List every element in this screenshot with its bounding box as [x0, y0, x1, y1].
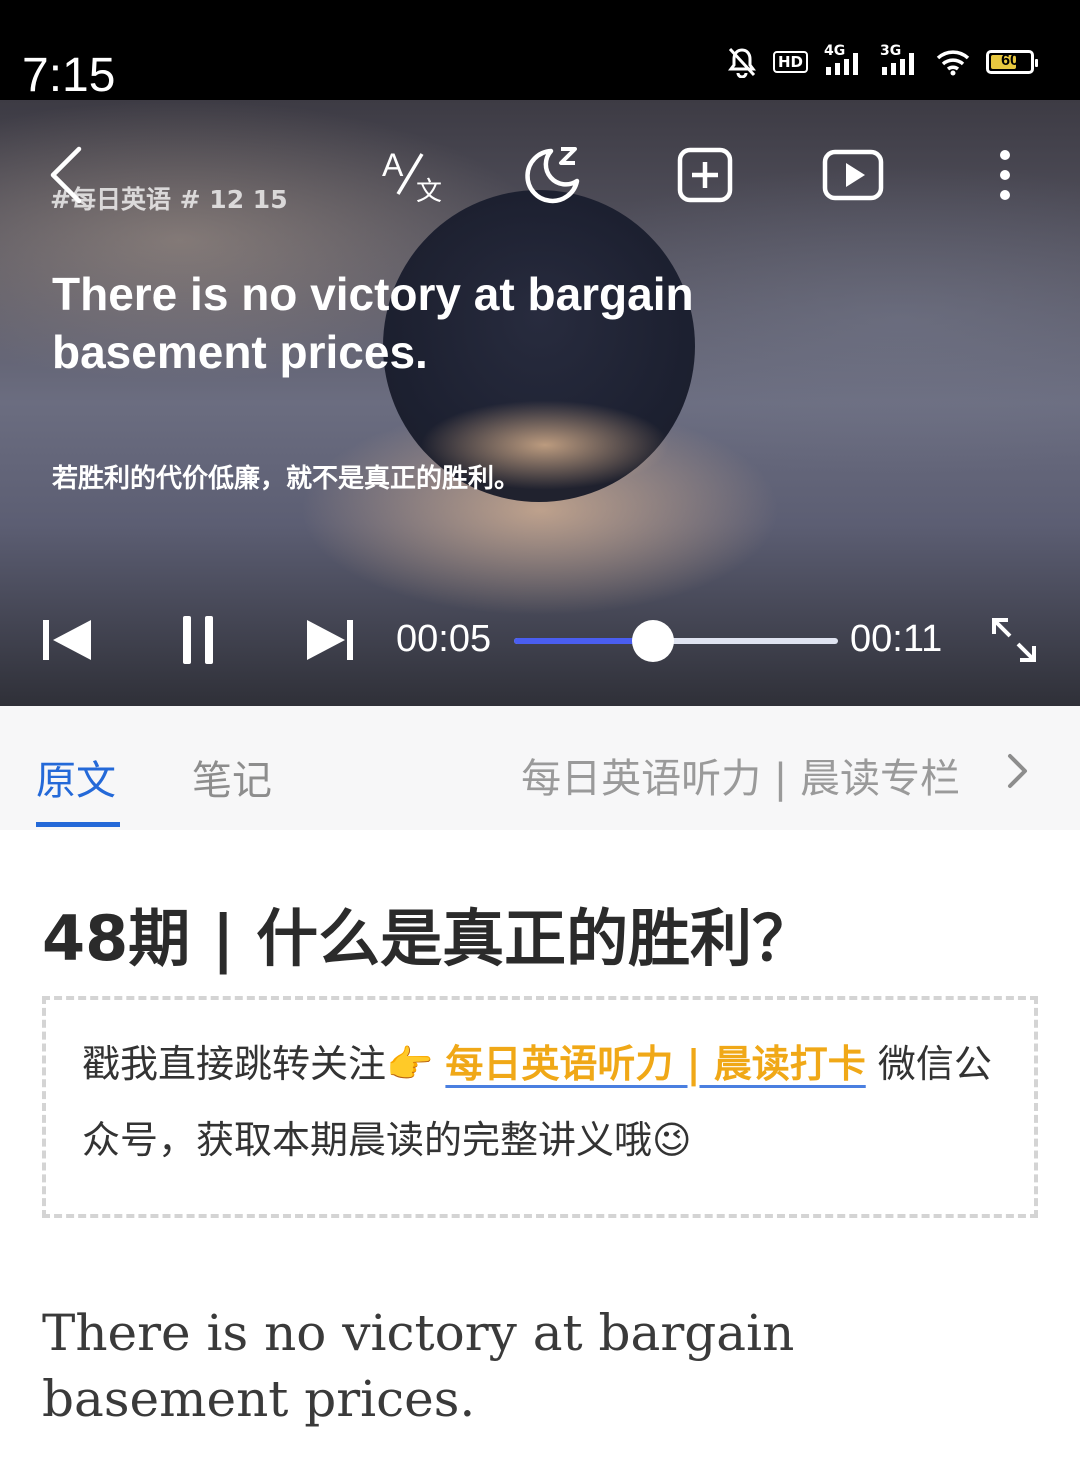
previous-icon [43, 620, 91, 660]
article-title: 48期 | 什么是真正的胜利？ [42, 902, 815, 975]
video-mode-button[interactable] [818, 140, 888, 210]
progress-thumb[interactable] [632, 620, 675, 662]
wifi-icon [936, 48, 970, 76]
current-time: 00:05 [396, 618, 492, 660]
tab-original[interactable]: 原文 [36, 748, 116, 806]
svg-text:文: 文 [416, 176, 442, 206]
column-link[interactable]: 每日英语听力 | 晨读专栏 [521, 746, 960, 804]
total-time: 00:11 [850, 618, 943, 660]
hd-badge: HD [772, 51, 808, 73]
add-button[interactable] [670, 140, 740, 210]
article-body: There is no victory at bargain basement … [42, 1304, 795, 1428]
battery-icon: 60 [986, 50, 1038, 74]
battery-level: 60 [1001, 52, 1019, 69]
notice-prefix: 戳我直接跳转关注👉 [82, 1042, 446, 1086]
next-icon [307, 620, 353, 660]
tab-bar: 原文 笔记 每日英语听力 | 晨读专栏 [0, 706, 1080, 830]
chevron-right-icon[interactable] [1006, 752, 1030, 794]
translate-button[interactable]: A 文 [374, 140, 444, 210]
next-button[interactable] [300, 605, 362, 675]
back-button[interactable] [32, 140, 102, 210]
mute-bell-icon [727, 46, 757, 78]
pause-button[interactable] [168, 605, 228, 675]
sleep-timer-button[interactable] [518, 140, 588, 210]
translate-icon: A 文 [382, 147, 442, 206]
tab-active-indicator [36, 822, 120, 827]
svg-text:A: A [382, 147, 404, 183]
signal-3g-icon: 3G [880, 43, 920, 77]
status-time: 7:15 [22, 49, 116, 102]
add-icon [677, 147, 733, 203]
previous-button[interactable] [34, 605, 96, 675]
more-icon [1000, 150, 1010, 200]
video-player[interactable]: #每日英语 # 12 15 There is no victory at bar… [0, 100, 1080, 706]
follow-notice: 戳我直接跳转关注👉 每日英语听力 | 晨读打卡 微信公众号，获取本期晨读的完整讲… [42, 996, 1038, 1218]
status-bar: 7:15 HD 4G 3G 60 [0, 0, 1080, 102]
account-link[interactable]: 每日英语听力 | 晨读打卡 [445, 1042, 865, 1086]
more-button[interactable] [970, 140, 1040, 210]
subtitle-chinese: 若胜利的代价低廉，就不是真正的胜利。 [52, 464, 521, 494]
tab-notes[interactable]: 笔记 [192, 748, 272, 806]
pause-icon [183, 616, 213, 664]
subtitle-english: There is no victory at bargain basement … [52, 268, 694, 378]
video-icon [822, 149, 884, 201]
back-icon [50, 146, 82, 204]
sleep-timer-icon [525, 147, 580, 204]
fullscreen-icon [992, 618, 1036, 662]
progress-bar[interactable] [514, 620, 838, 662]
fullscreen-button[interactable] [982, 605, 1046, 675]
signal-4g-icon: 4G [824, 43, 864, 77]
status-icons: HD 4G 3G 60 [727, 42, 1038, 82]
